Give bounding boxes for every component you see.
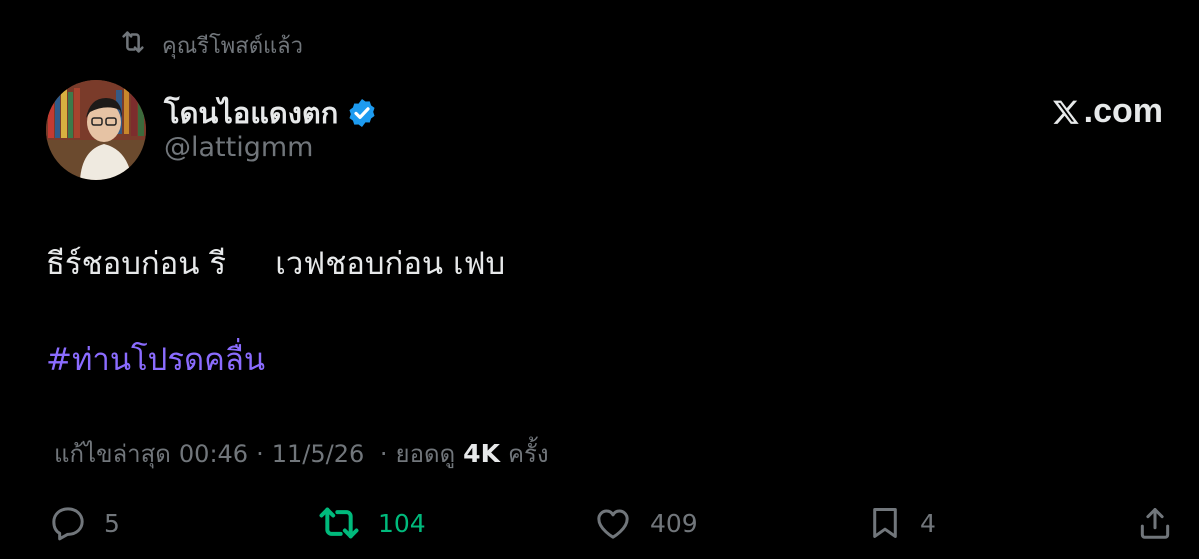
like-button[interactable]: 409 bbox=[592, 500, 698, 546]
views-count: 4K bbox=[463, 439, 500, 468]
tweet-meta: แก้ไขล่าสุด 00:46 · 11/5/26 · ยอดดู 4K ค… bbox=[54, 434, 549, 473]
meta-separator: · bbox=[256, 440, 264, 468]
hashtag-link[interactable]: #ท่านโปรดคลื่น bbox=[46, 334, 265, 384]
author-name-row[interactable]: โดนไอแดงตก bbox=[164, 90, 378, 136]
x-logo-icon bbox=[1052, 98, 1082, 126]
retweet-count: 104 bbox=[378, 508, 426, 538]
bookmark-icon bbox=[866, 503, 904, 543]
share-button[interactable] bbox=[1136, 500, 1174, 546]
bookmark-button[interactable]: 4 bbox=[866, 500, 936, 546]
action-bar: 5 104 409 4 bbox=[0, 500, 1199, 546]
tweet-time[interactable]: 00:46 bbox=[179, 440, 248, 468]
share-icon bbox=[1136, 503, 1174, 543]
site-label: .com bbox=[1083, 92, 1163, 130]
x-com-brand: .com bbox=[1052, 92, 1163, 131]
bookmark-count: 4 bbox=[920, 508, 936, 538]
avatar[interactable] bbox=[46, 80, 146, 180]
repost-label: คุณรีโพสต์แล้ว bbox=[162, 33, 303, 59]
views-suffix: ครั้ง bbox=[507, 440, 549, 468]
edited-label[interactable]: แก้ไขล่าสุด bbox=[54, 434, 171, 473]
tweet-date[interactable]: 11/5/26 bbox=[272, 440, 365, 468]
retweet-icon bbox=[316, 503, 362, 543]
views-label: ยอดดู bbox=[395, 440, 456, 468]
like-icon bbox=[592, 503, 634, 543]
retweet-button[interactable]: 104 bbox=[316, 500, 426, 546]
author-handle[interactable]: @lattigmm bbox=[164, 132, 313, 163]
display-name[interactable]: โดนไอแดงตก bbox=[164, 90, 338, 136]
repost-icon bbox=[118, 27, 148, 63]
reply-button[interactable]: 5 bbox=[48, 500, 120, 546]
reply-count: 5 bbox=[104, 508, 120, 538]
tweet-text: ธีร์ชอบก่อน รี เวฟชอบก่อน เฟบ bbox=[46, 246, 506, 282]
meta-separator: · bbox=[372, 440, 388, 468]
verified-badge-icon bbox=[346, 97, 378, 129]
reply-icon bbox=[48, 503, 88, 543]
repost-indicator: คุณรีโพสต์แล้ว bbox=[118, 28, 303, 62]
like-count: 409 bbox=[650, 508, 698, 538]
